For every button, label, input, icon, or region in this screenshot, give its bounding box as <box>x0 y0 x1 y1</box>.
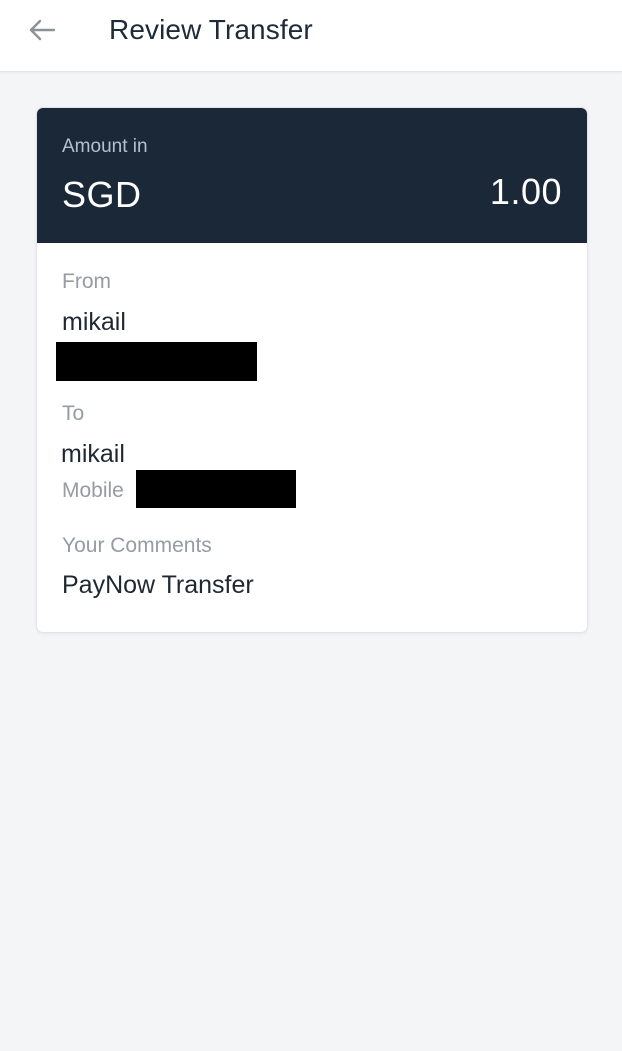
app-bar: Review Transfer <box>0 0 622 72</box>
back-button[interactable] <box>18 10 66 50</box>
currency-code: SGD <box>62 174 142 215</box>
comments-label: Your Comments <box>62 534 212 557</box>
back-arrow-icon <box>29 19 56 41</box>
from-account-redacted <box>56 342 257 381</box>
transfer-amount: 1.00 <box>489 171 562 212</box>
from-name: mikail <box>62 308 126 336</box>
to-label: To <box>62 402 85 425</box>
to-name: mikail <box>61 440 125 468</box>
amount-caption: Amount in <box>62 136 148 157</box>
amount-header: Amount in SGD 1.00 <box>37 108 587 243</box>
comments-value: PayNow Transfer <box>62 571 254 599</box>
to-mobile-label: Mobile <box>62 479 124 502</box>
page-title: Review Transfer <box>109 14 313 45</box>
to-mobile-redacted <box>136 470 296 508</box>
transfer-summary-card: Amount in SGD 1.00 From mikail To mikail… <box>36 107 588 633</box>
from-label: From <box>62 270 111 293</box>
